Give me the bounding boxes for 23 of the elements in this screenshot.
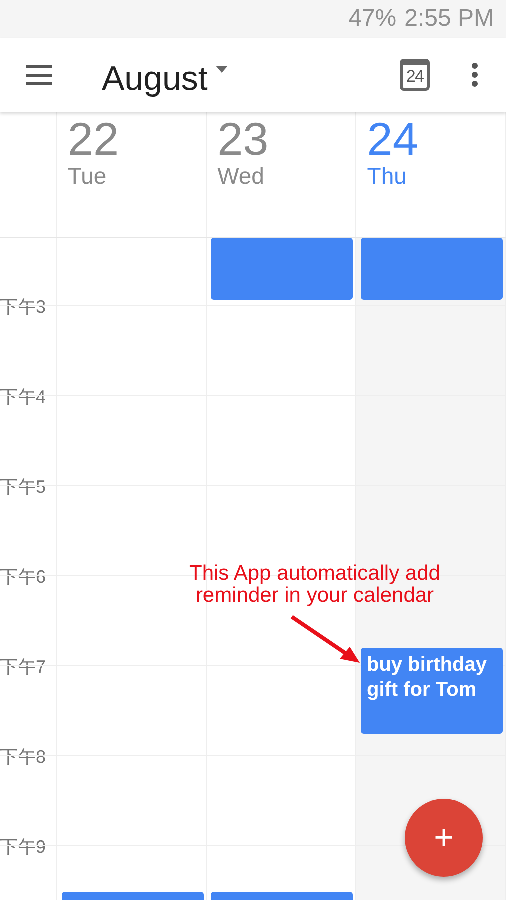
day-number: 22: [68, 114, 120, 164]
dropdown-arrow-icon: [216, 66, 228, 72]
month-dropdown[interactable]: August: [102, 54, 228, 104]
event-block[interactable]: buy birthday gift for Tom: [361, 648, 503, 734]
arrow-icon: [290, 615, 362, 665]
day-number: 24: [367, 114, 420, 164]
battery-level: 47%: [348, 4, 397, 34]
today-button[interactable]: 24: [400, 59, 430, 91]
weekday-label: Tue: [68, 164, 108, 188]
day-number: 23: [218, 114, 270, 164]
annotation-text: reminder in your calendar: [196, 585, 434, 607]
weekday-label: Thu: [367, 164, 408, 188]
more-options-icon[interactable]: [472, 63, 478, 87]
event-title: buy birthday gift for Tom: [367, 654, 488, 701]
menu-button[interactable]: [26, 65, 52, 85]
day-header[interactable]: 24 Thu: [356, 112, 506, 237]
annotation-text: This App automatically add: [190, 563, 440, 585]
event-block[interactable]: [361, 238, 503, 300]
day-header[interactable]: 22 Tue: [56, 112, 207, 237]
weekday-label: Wed: [218, 164, 266, 188]
day-header[interactable]: 23 Wed: [206, 112, 356, 237]
event-block[interactable]: [211, 238, 353, 300]
clock-time: 2:55 PM: [404, 4, 494, 34]
